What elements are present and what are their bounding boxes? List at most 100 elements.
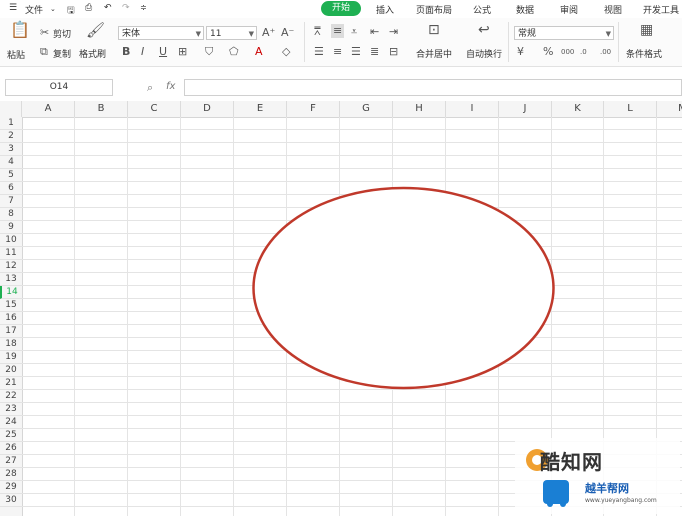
bold-icon[interactable]: B — [122, 46, 130, 58]
cut-button[interactable]: 剪切 — [53, 27, 71, 40]
tab-review[interactable]: 审阅 — [560, 3, 578, 16]
row-header[interactable]: 16 — [0, 312, 22, 325]
row-header[interactable]: 1 — [0, 117, 22, 130]
column-header[interactable]: I — [446, 101, 499, 117]
align-middle-icon[interactable]: ≡ — [331, 24, 345, 38]
column-header[interactable]: A — [22, 101, 75, 117]
align-top-icon[interactable]: ⩞ — [314, 26, 321, 38]
redo-icon[interactable]: ↷ — [122, 3, 130, 13]
row-header[interactable]: 29 — [0, 481, 22, 494]
row-header[interactable]: 20 — [0, 364, 22, 377]
row-header[interactable]: 21 — [0, 377, 22, 390]
row-header[interactable]: 23 — [0, 403, 22, 416]
paste-button[interactable]: 粘贴 — [7, 48, 25, 61]
row-header[interactable]: 17 — [0, 325, 22, 338]
row-header[interactable]: 2 — [0, 130, 22, 143]
row-header[interactable]: 19 — [0, 351, 22, 364]
paste-icon[interactable]: 📋 — [10, 22, 30, 38]
tab-formula[interactable]: 公式 — [473, 3, 491, 16]
justify-icon[interactable]: ≣ — [370, 46, 379, 58]
font-size-select[interactable]: 11 ▼ — [206, 26, 257, 40]
cut-icon[interactable]: ✂ — [40, 27, 49, 39]
zoom-icon[interactable]: ⌕ — [147, 81, 153, 95]
tab-start[interactable]: 开始 — [321, 1, 361, 16]
formula-input[interactable] — [184, 79, 682, 96]
row-header[interactable]: 5 — [0, 169, 22, 182]
merge-icon[interactable]: ⊡ — [428, 23, 440, 37]
row-header[interactable]: 13 — [0, 273, 22, 286]
row-header[interactable]: 7 — [0, 195, 22, 208]
name-box[interactable]: O14 — [5, 79, 113, 96]
decrease-font-icon[interactable]: A⁻ — [281, 27, 294, 39]
row-header[interactable]: 25 — [0, 429, 22, 442]
wrap-text-button[interactable]: 自动换行 — [466, 47, 502, 60]
column-header[interactable]: J — [499, 101, 552, 117]
fx-label[interactable]: fx — [166, 81, 175, 92]
percent-icon[interactable]: % — [543, 46, 553, 58]
row-header[interactable]: 12 — [0, 260, 22, 273]
row-header[interactable]: 18 — [0, 338, 22, 351]
align-center-icon[interactable]: ≡ — [333, 46, 342, 58]
hamburger-icon[interactable]: ☰ — [9, 3, 17, 13]
tab-view[interactable]: 视图 — [604, 3, 622, 16]
file-menu[interactable]: 文件 — [25, 3, 43, 16]
row-header[interactable]: 9 — [0, 221, 22, 234]
oval-shape[interactable] — [251, 186, 556, 390]
font-color-icon[interactable]: A — [255, 46, 263, 58]
wrap-icon[interactable]: ↩ — [478, 23, 490, 37]
conditional-format-icon[interactable]: ▦ — [640, 23, 653, 37]
align-bottom-icon[interactable]: ⩡ — [351, 26, 357, 38]
column-header[interactable]: C — [128, 101, 181, 117]
select-all-corner[interactable] — [0, 101, 22, 117]
row-header[interactable]: 14 — [0, 286, 22, 299]
merge-center-button[interactable]: 合并居中 — [416, 47, 452, 60]
copy-icon[interactable]: ⧉ — [40, 46, 48, 58]
tab-data[interactable]: 数据 — [516, 3, 534, 16]
column-header[interactable]: M — [657, 101, 682, 117]
row-header[interactable]: 3 — [0, 143, 22, 156]
format-painter-button[interactable]: 格式刷 — [79, 47, 106, 60]
decrease-decimal-icon[interactable]: .00 — [600, 46, 611, 58]
column-header[interactable]: K — [552, 101, 604, 117]
thousands-icon[interactable]: 000 — [561, 46, 574, 58]
align-right-icon[interactable]: ☰ — [351, 46, 361, 58]
font-name-select[interactable]: 宋体 ▼ — [118, 26, 204, 40]
row-header[interactable]: 24 — [0, 416, 22, 429]
border-icon[interactable]: ⊞ — [178, 46, 187, 58]
row-header[interactable]: 30 — [0, 494, 22, 507]
column-header[interactable]: G — [340, 101, 393, 117]
save-icon[interactable]: 🖫 — [67, 3, 75, 19]
column-header[interactable]: F — [287, 101, 340, 117]
column-header[interactable]: L — [604, 101, 657, 117]
row-header[interactable]: 11 — [0, 247, 22, 260]
row-header[interactable]: 10 — [0, 234, 22, 247]
row-header[interactable]: 8 — [0, 208, 22, 221]
increase-decimal-icon[interactable]: .0 — [580, 46, 587, 58]
row-header[interactable]: 26 — [0, 442, 22, 455]
undo-icon[interactable]: ↶ — [104, 3, 112, 13]
print-icon[interactable]: ⎙ — [85, 3, 92, 13]
row-header[interactable]: 27 — [0, 455, 22, 468]
row-header[interactable]: 15 — [0, 299, 22, 312]
column-header[interactable]: H — [393, 101, 446, 117]
fill-color-icon[interactable]: ⛉ — [205, 46, 213, 58]
column-header[interactable]: B — [75, 101, 128, 117]
customize-icon[interactable]: ≑ — [140, 3, 147, 12]
row-header[interactable]: 22 — [0, 390, 22, 403]
italic-icon[interactable]: I — [141, 46, 144, 58]
conditional-format-button[interactable]: 条件格式 — [626, 47, 662, 60]
indent-decrease-icon[interactable]: ⇤ — [370, 26, 379, 38]
increase-font-icon[interactable]: A⁺ — [262, 27, 275, 39]
distribute-icon[interactable]: ⊟ — [389, 46, 398, 58]
currency-icon[interactable]: ¥ — [517, 46, 524, 58]
underline-icon[interactable]: U — [159, 46, 167, 58]
number-format-select[interactable]: 常规 ▼ — [514, 26, 614, 40]
column-header[interactable]: E — [234, 101, 287, 117]
clear-icon[interactable]: ◇ — [282, 46, 290, 58]
format-painter-icon[interactable]: 🖌 — [86, 23, 105, 38]
chevron-down-icon[interactable]: ⌄ — [50, 5, 56, 13]
column-header[interactable]: D — [181, 101, 234, 117]
row-header[interactable]: 4 — [0, 156, 22, 169]
copy-button[interactable]: 复制 — [53, 47, 71, 60]
tab-insert[interactable]: 插入 — [376, 3, 394, 16]
